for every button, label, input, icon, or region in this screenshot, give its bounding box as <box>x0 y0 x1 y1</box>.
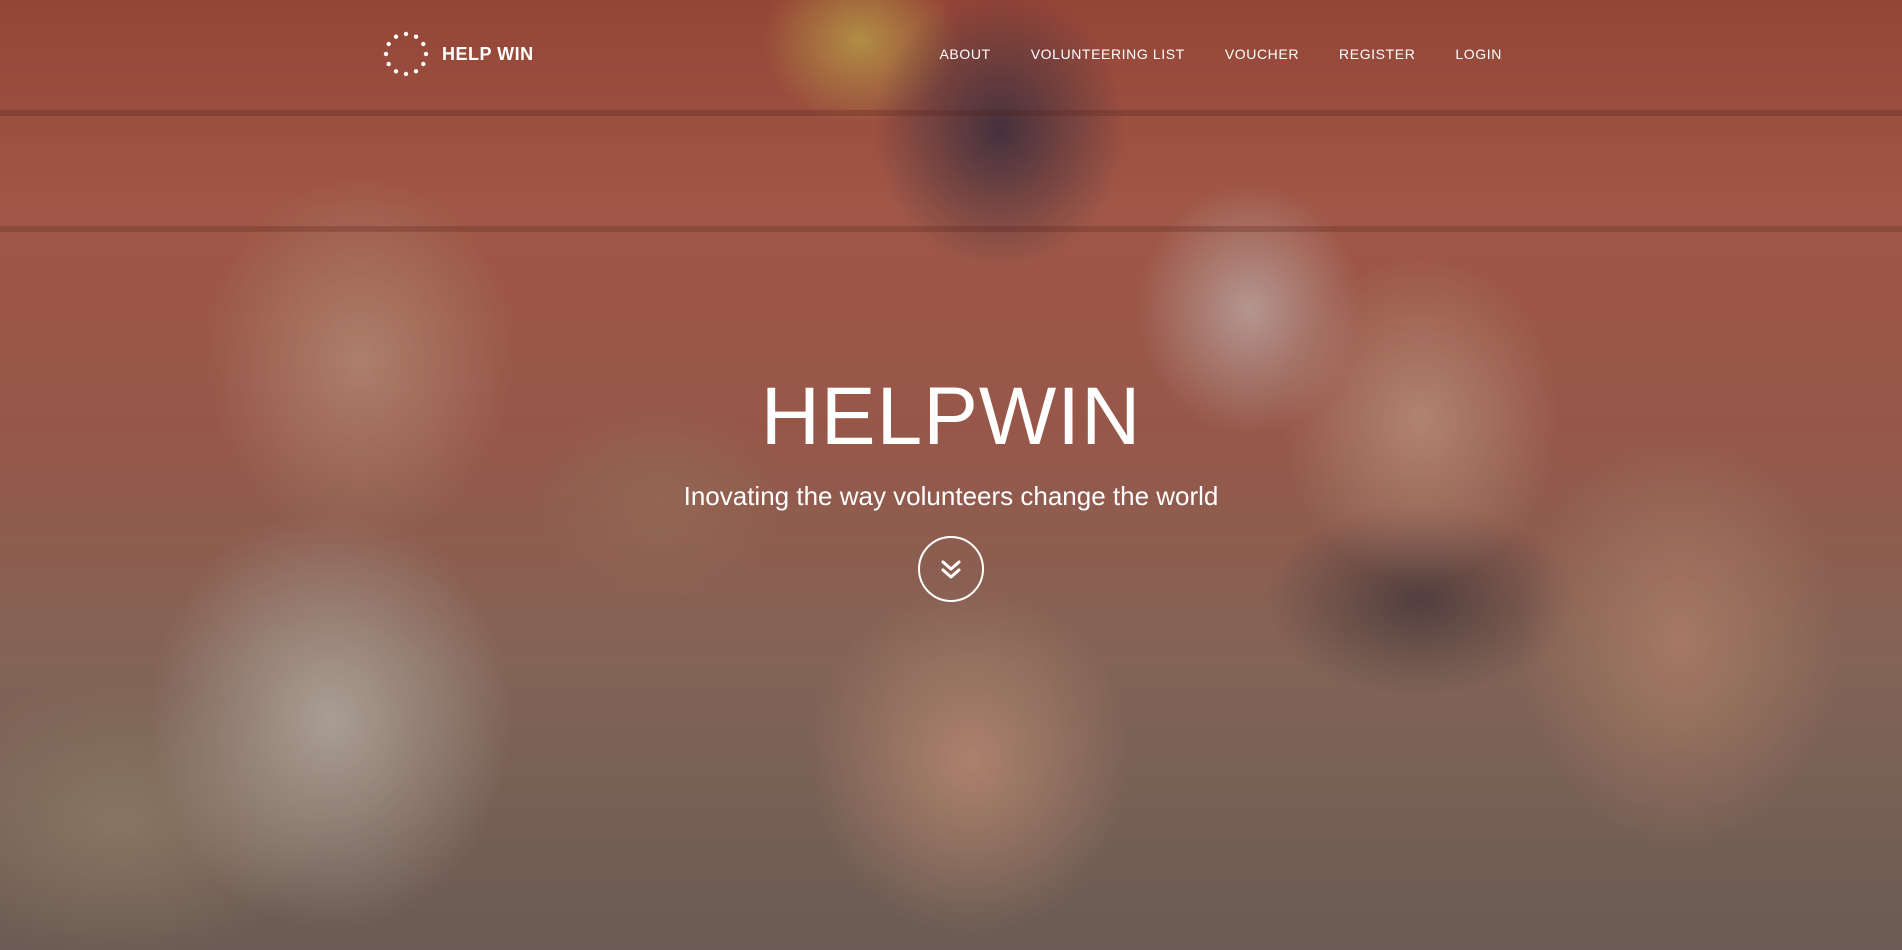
hero-content: HELPWIN Inovating the way volunteers cha… <box>0 372 1902 602</box>
double-chevron-down-icon <box>941 560 961 579</box>
brand-name: HELP WIN <box>442 43 534 64</box>
navbar: HELP WIN ABOUT VOLUNTEERING LIST VOUCHER… <box>382 28 1502 84</box>
dotted-circle-logo-icon <box>383 31 429 77</box>
nav-link-register[interactable]: REGISTER <box>1339 46 1415 62</box>
nav-item-voucher: VOUCHER <box>1225 46 1299 64</box>
hero-subtitle: Inovating the way volunteers change the … <box>683 481 1219 511</box>
nav-item-volunteering-list: VOLUNTEERING LIST <box>1031 46 1185 64</box>
nav-menu: ABOUT VOLUNTEERING LIST VOUCHER REGISTER… <box>939 46 1502 64</box>
nav-link-voucher[interactable]: VOUCHER <box>1225 46 1299 62</box>
nav-item-register: REGISTER <box>1339 46 1415 64</box>
nav-link-login[interactable]: LOGIN <box>1455 46 1502 62</box>
scroll-down-button[interactable] <box>918 536 984 602</box>
brand-link[interactable]: HELP WIN <box>382 28 534 80</box>
nav-item-login: LOGIN <box>1455 46 1502 64</box>
nav-link-volunteering-list[interactable]: VOLUNTEERING LIST <box>1031 46 1185 62</box>
hero-section: HELP WIN ABOUT VOLUNTEERING LIST VOUCHER… <box>0 0 1902 950</box>
nav-item-about: ABOUT <box>939 46 990 64</box>
nav-link-about[interactable]: ABOUT <box>939 46 990 62</box>
hero-title: HELPWIN <box>760 371 1142 462</box>
